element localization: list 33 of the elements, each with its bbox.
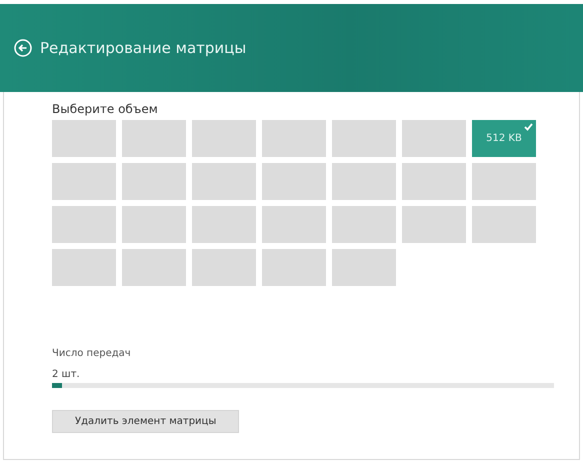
delete-button[interactable]: Удалить элемент матрицы xyxy=(52,410,240,433)
size-tile[interactable] xyxy=(192,206,256,243)
size-tile[interactable] xyxy=(332,163,396,200)
size-tile[interactable] xyxy=(192,120,256,157)
size-tile[interactable] xyxy=(332,206,396,243)
size-tile[interactable] xyxy=(332,249,396,286)
size-tile[interactable] xyxy=(122,163,186,200)
size-tile[interactable] xyxy=(122,120,186,157)
size-tile[interactable] xyxy=(192,163,256,200)
page-title: Редактирование матрицы xyxy=(40,39,246,57)
size-tile[interactable] xyxy=(262,249,326,286)
size-tile[interactable] xyxy=(52,163,116,200)
size-tile[interactable] xyxy=(402,120,466,157)
size-tile[interactable] xyxy=(52,120,116,157)
size-tile[interactable] xyxy=(402,163,466,200)
size-tile[interactable] xyxy=(192,249,256,286)
size-tile[interactable] xyxy=(262,163,326,200)
size-tile[interactable] xyxy=(332,120,396,157)
section-label: Выберите объем xyxy=(52,102,159,116)
size-tile[interactable] xyxy=(122,206,186,243)
size-tile[interactable] xyxy=(472,163,536,200)
size-tile[interactable] xyxy=(52,206,116,243)
size-tile[interactable] xyxy=(122,249,186,286)
field-label: Число передач xyxy=(52,348,132,359)
slider-value: 2 шт. xyxy=(52,369,81,380)
slider-track[interactable] xyxy=(52,383,554,388)
size-tile[interactable] xyxy=(262,206,326,243)
back-icon[interactable] xyxy=(14,39,32,57)
size-tile[interactable] xyxy=(472,206,536,243)
check-icon xyxy=(524,123,533,131)
size-tile[interactable] xyxy=(402,206,466,243)
size-tile[interactable] xyxy=(52,249,116,286)
size-tile[interactable] xyxy=(262,120,326,157)
